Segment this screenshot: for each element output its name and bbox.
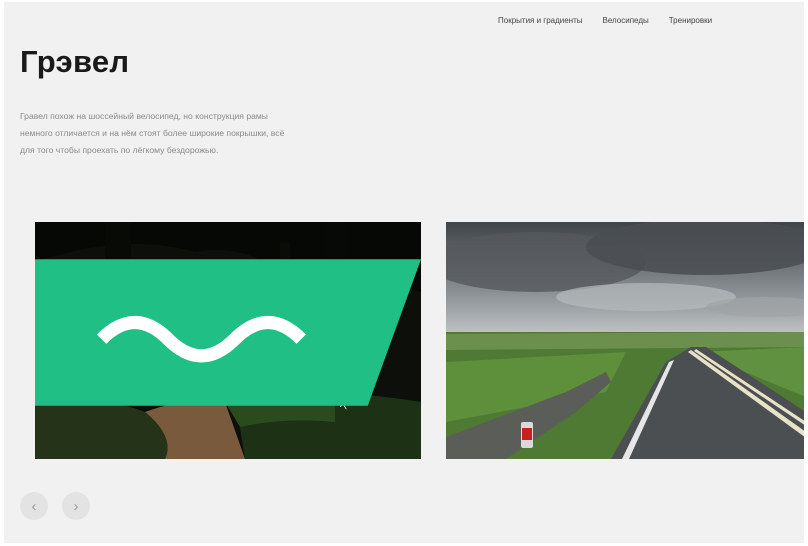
nav-link-bicycles[interactable]: Велосипеды [603, 16, 649, 25]
page: Покрытия и градиенты Велосипеды Трениров… [4, 2, 804, 543]
slide-country-road-image[interactable] [446, 222, 804, 459]
top-nav: Покрытия и градиенты Велосипеды Трениров… [498, 16, 712, 25]
slider-controls: ‹ › [20, 492, 90, 520]
nav-link-trainings[interactable]: Тренировки [669, 16, 712, 25]
page-title: Грэвел [20, 44, 130, 79]
slide-forest-trail-image[interactable] [35, 222, 421, 459]
page-description: Гравел похож на шоссейный велосипед, но … [20, 111, 285, 155]
slider-prev-button[interactable]: ‹ [20, 492, 48, 520]
nav-link-coatings[interactable]: Покрытия и градиенты [498, 16, 583, 25]
chevron-left-icon: ‹ [31, 497, 37, 515]
logo-badge-icon [35, 259, 421, 406]
chevron-right-icon: › [73, 497, 79, 515]
country-road-photo [446, 222, 804, 459]
slider-next-button[interactable]: › [62, 492, 90, 520]
